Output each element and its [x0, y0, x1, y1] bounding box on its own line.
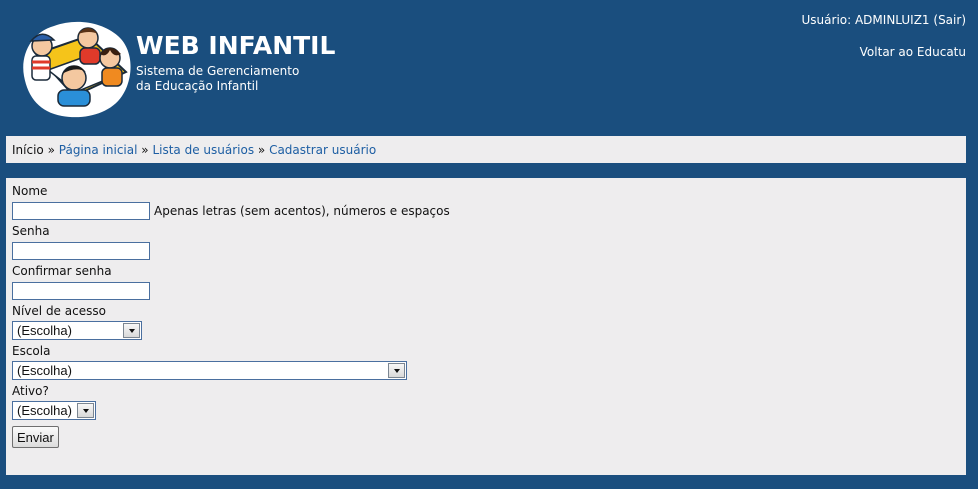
nivel-acesso-select[interactable]: (Escolha) — [12, 321, 142, 340]
app-title: WEB INFANTIL — [136, 31, 336, 60]
logout-link[interactable]: Sair — [938, 13, 961, 27]
app-subtitle: Sistema de Gerenciamento da Educação Inf… — [136, 64, 336, 94]
user-label: Usuário: ADMINLUIZ1 ( — [801, 13, 939, 27]
nivel-acesso-value: (Escolha) — [17, 323, 72, 338]
back-to-educatu-link[interactable]: Voltar ao Educatu — [860, 45, 966, 59]
app-subtitle-line-1: Sistema de Gerenciamento — [136, 64, 300, 78]
ativo-value: (Escolha) — [17, 403, 72, 418]
children-logo-icon — [23, 21, 131, 118]
nome-input[interactable] — [12, 201, 150, 220]
escola-label: Escola — [12, 344, 51, 358]
dropdown-arrow-icon[interactable] — [388, 363, 405, 378]
senha-row — [12, 241, 960, 260]
confirmar-senha-row — [12, 281, 960, 300]
user-form: Nome Apenas letras (sem acentos), número… — [6, 178, 966, 475]
dropdown-arrow-icon[interactable] — [77, 403, 94, 418]
enviar-button[interactable]: Enviar — [12, 426, 59, 448]
senha-label: Senha — [12, 224, 50, 238]
ativo-select[interactable]: (Escolha) — [12, 401, 96, 420]
nome-row: Apenas letras (sem acentos), números e e… — [12, 201, 960, 220]
nome-hint: Apenas letras (sem acentos), números e e… — [154, 203, 450, 218]
confirmar-senha-input[interactable] — [12, 281, 150, 300]
escola-row: (Escolha) — [12, 361, 960, 380]
ativo-row: (Escolha) — [12, 401, 960, 420]
breadcrumb-separator: » — [47, 143, 55, 157]
user-label-suffix: ) — [961, 13, 966, 27]
breadcrumb-separator: » — [257, 143, 266, 157]
confirmar-senha-label: Confirmar senha — [12, 264, 112, 278]
breadcrumb: Início » Página inicial » Lista de usuár… — [6, 136, 966, 163]
breadcrumb-link-pagina-inicial[interactable]: Página inicial — [59, 143, 138, 157]
breadcrumb-link-cadastrar-usuario[interactable]: Cadastrar usuário — [269, 143, 376, 157]
dropdown-arrow-icon[interactable] — [123, 323, 140, 338]
app-subtitle-line-2: da Educação Infantil — [136, 79, 259, 93]
breadcrumb-item-inicio: Início — [12, 143, 44, 157]
nivel-acesso-label: Nível de acesso — [12, 304, 106, 318]
senha-input[interactable] — [12, 241, 150, 260]
escola-select[interactable]: (Escolha) — [12, 361, 407, 380]
escola-value: (Escolha) — [17, 363, 72, 378]
breadcrumb-link-lista-usuarios[interactable]: Lista de usuários — [152, 143, 254, 157]
user-info: Usuário: ADMINLUIZ1 (Sair) — [802, 13, 966, 27]
breadcrumb-separator: » — [141, 143, 149, 157]
nome-label: Nome — [12, 184, 48, 198]
header: WEB INFANTIL Sistema de Gerenciamento da… — [0, 0, 978, 130]
nivel-acesso-row: (Escolha) — [12, 321, 960, 340]
ativo-label: Ativo? — [12, 384, 49, 398]
